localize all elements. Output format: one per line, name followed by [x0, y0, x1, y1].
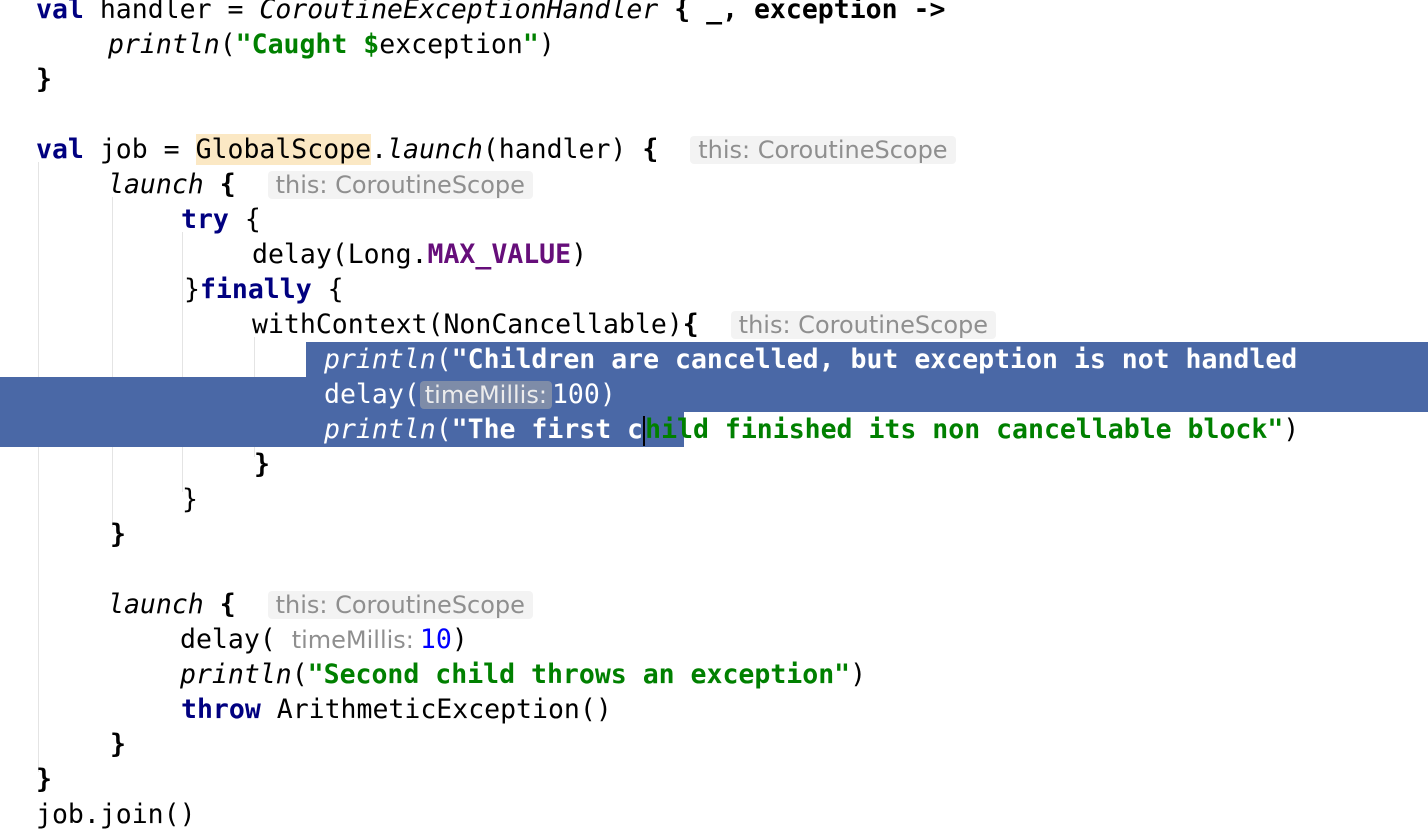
string-unselected-part: hild finished its non cancellable block" — [645, 414, 1284, 445]
closing-brace: } — [110, 729, 126, 760]
code-line-6[interactable]: launch { this: CoroutineScope — [108, 167, 533, 202]
code-line-11[interactable]: println("Children are cancelled, but exc… — [324, 342, 1297, 377]
code-line-18[interactable]: launch { this: CoroutineScope — [108, 587, 533, 622]
keyword-val: val — [36, 134, 84, 165]
closing-brace: } — [110, 519, 126, 550]
closing-brace: } — [36, 764, 52, 795]
opening-brace: { — [642, 134, 659, 165]
opening-brace: { — [228, 204, 261, 235]
delay-call: delay( — [180, 624, 276, 655]
opening-brace: { — [203, 589, 236, 620]
indent-guide — [112, 197, 113, 527]
code-line-24[interactable]: job.join() — [36, 797, 196, 832]
inlay-hint-time-millis: timeMillis: — [291, 626, 414, 654]
code-editor[interactable]: val handler = CoroutineExceptionHandler … — [0, 0, 1428, 836]
code-line-13[interactable]: println("The first child finished its no… — [324, 412, 1299, 447]
println-call: println — [108, 29, 220, 60]
code-line-8[interactable]: delay(Long.MAX_VALUE) — [252, 237, 587, 272]
println-call: println — [324, 344, 436, 375]
code-line-19[interactable]: delay( timeMillis: 10) — [180, 622, 468, 657]
arithmetic-exception-constructor: ArithmeticException() — [260, 694, 612, 725]
keyword-finally: finally — [199, 274, 312, 305]
global-scope-identifier: GlobalScope — [195, 134, 372, 165]
inlay-hint-receiver: this: CoroutineScope — [267, 171, 533, 199]
handler-argument: (handler) — [482, 134, 643, 165]
number-literal: 100 — [551, 379, 600, 410]
inlay-hint-receiver: this: CoroutineScope — [730, 311, 997, 339]
string-caught: "Caught $ — [235, 29, 380, 60]
opening-brace: { — [311, 274, 344, 305]
job-join-call: job.join() — [36, 799, 196, 830]
code-line-14[interactable]: } — [254, 447, 270, 482]
selection-highlight — [0, 377, 1428, 412]
indent-guide — [38, 162, 39, 772]
code-line-22[interactable]: } — [110, 727, 126, 762]
string-children-cancelled: "Children are cancelled, but exception i… — [451, 344, 1298, 375]
type-coroutine-exception-handler: CoroutineExceptionHandler — [259, 0, 659, 25]
code-line-7[interactable]: try { — [181, 202, 261, 237]
opening-brace: { — [682, 309, 699, 340]
string-second-child: "Second child throws an exception" — [307, 659, 851, 690]
keyword-throw: throw — [181, 694, 261, 725]
delay-call: delay(Long. — [252, 239, 428, 270]
code-line-5[interactable]: val job = GlobalScope.launch(handler) { … — [36, 132, 956, 167]
identifier-handler: handler = — [99, 0, 260, 25]
closing-brace: } — [254, 449, 270, 480]
delay-call: delay( — [324, 379, 420, 410]
code-line-1[interactable]: val handler = CoroutineExceptionHandler … — [36, 0, 945, 27]
println-call: println — [324, 414, 436, 445]
code-line-21[interactable]: throw ArithmeticException() — [181, 692, 612, 727]
identifier-job: job = — [99, 134, 196, 165]
closing-brace: } — [184, 274, 200, 305]
inlay-hint-receiver: this: CoroutineScope — [690, 136, 956, 164]
code-line-20[interactable]: println("Second child throws an exceptio… — [180, 657, 866, 692]
println-call: println — [180, 659, 292, 690]
keyword-try: try — [181, 204, 229, 235]
opening-brace: { — [203, 169, 236, 200]
lambda-header: { _, exception -> — [658, 0, 946, 25]
indent-guide — [182, 232, 183, 492]
code-line-9[interactable]: }finally { — [184, 272, 344, 307]
code-line-23[interactable]: } — [36, 762, 52, 797]
code-line-10[interactable]: withContext(NonCancellable){ this: Corou… — [252, 307, 997, 342]
closing-brace: } — [36, 64, 52, 95]
code-line-12[interactable]: delay(timeMillis: 100) — [324, 377, 616, 412]
launch-call: launch — [108, 589, 204, 620]
launch-call: launch — [387, 134, 483, 165]
code-line-15[interactable]: } — [182, 482, 198, 517]
string-selected-part: "The first c — [451, 414, 644, 445]
code-line-16[interactable]: } — [110, 517, 126, 552]
constant-max-value: MAX_VALUE — [427, 239, 572, 270]
code-line-3[interactable]: } — [36, 62, 52, 97]
number-literal: 10 — [419, 624, 452, 655]
keyword-val: val — [36, 0, 84, 25]
identifier-exception: exception — [379, 29, 523, 60]
with-context-call: withContext(NonCancellable) — [252, 309, 683, 340]
code-line-2[interactable]: println("Caught $exception") — [108, 27, 555, 62]
inlay-hint-time-millis: timeMillis: — [419, 381, 552, 409]
closing-brace: } — [182, 484, 198, 515]
inlay-hint-receiver: this: CoroutineScope — [267, 591, 533, 619]
launch-call: launch — [108, 169, 204, 200]
